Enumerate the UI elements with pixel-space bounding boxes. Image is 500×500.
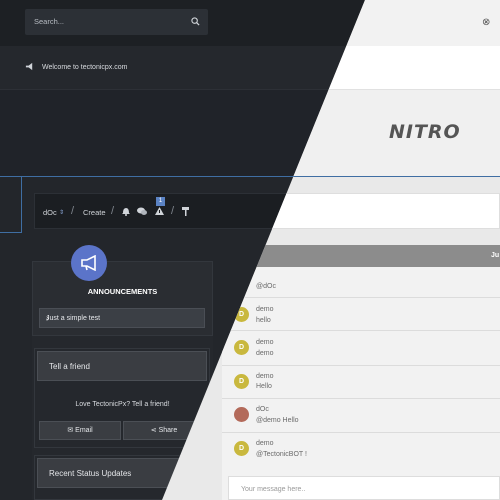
chat-message: dOc @demo Hello bbox=[222, 399, 500, 433]
chat-message-text: demo bbox=[256, 350, 274, 357]
chat-message-text: @demo Hello bbox=[256, 417, 299, 424]
chat-message-author: dOc bbox=[256, 406, 269, 413]
close-icon[interactable]: ⊗ bbox=[482, 17, 490, 28]
chat-panel: @dOc D demo hello D demo demo D demo Hel… bbox=[222, 261, 500, 500]
warning-icon[interactable] bbox=[155, 207, 164, 215]
search-placeholder: Search... bbox=[34, 17, 65, 26]
user-avatar: D bbox=[234, 374, 249, 389]
chat-message-author: demo bbox=[256, 373, 274, 380]
site-logo[interactable]: NITRO bbox=[389, 121, 461, 143]
notification-badge: 1 bbox=[156, 197, 165, 206]
welcome-text: Welcome to tectonicpx.com bbox=[42, 64, 128, 71]
chevron-updown-icon[interactable]: ⇕ bbox=[59, 209, 64, 216]
chat-bubbles-icon[interactable] bbox=[137, 207, 147, 216]
nav-separator: / bbox=[111, 205, 115, 217]
user-avatar: D bbox=[234, 340, 249, 355]
search-icon[interactable] bbox=[191, 17, 200, 26]
chat-message-text: @TectonicBOT ! bbox=[256, 451, 307, 458]
announcements-title: ANNOUNCEMENTS bbox=[87, 287, 158, 296]
user-avatar bbox=[234, 407, 249, 422]
chat-message-text: Hello bbox=[256, 383, 272, 390]
tell-friend-text: Love TectonicPx? Tell a friend! bbox=[75, 401, 170, 408]
chat-message-text: hello bbox=[256, 317, 271, 324]
chat-header-label: Ju bbox=[491, 252, 500, 259]
chat-message-author: demo bbox=[256, 440, 274, 447]
chat-message-input[interactable]: Your message here.. bbox=[228, 476, 500, 500]
chat-message-author: demo bbox=[256, 339, 274, 346]
chat-message: D demo Hello bbox=[222, 366, 500, 399]
megaphone-icon bbox=[25, 62, 33, 71]
nav-separator: / bbox=[171, 205, 175, 217]
tell-friend-title: Tell a friend bbox=[49, 362, 90, 371]
envelope-icon: ✉ bbox=[67, 427, 74, 434]
search-input[interactable]: Search... bbox=[25, 9, 208, 35]
chat-message-author: demo bbox=[256, 306, 274, 313]
email-button[interactable]: ✉ Email bbox=[39, 421, 121, 440]
username-menu[interactable]: dOc bbox=[43, 208, 57, 217]
share-icon: ⋖ bbox=[150, 427, 157, 434]
chat-message: D demo demo bbox=[222, 331, 500, 366]
megaphone-icon bbox=[81, 255, 96, 271]
status-updates-title: Recent Status Updates bbox=[49, 469, 132, 478]
create-menu[interactable]: Create bbox=[83, 208, 106, 217]
chat-input-placeholder: Your message here.. bbox=[241, 486, 306, 493]
chat-message-text: @dOc bbox=[256, 283, 276, 290]
email-button-label: Email bbox=[75, 427, 93, 434]
tell-friend-header: Tell a friend bbox=[37, 351, 207, 381]
bell-icon[interactable] bbox=[122, 207, 130, 216]
chat-message: D demo @TectonicBOT ! bbox=[222, 433, 500, 467]
chevron-right-icon: › bbox=[46, 313, 50, 324]
chat-message: @dOc bbox=[222, 261, 500, 298]
hero-frame bbox=[0, 176, 22, 233]
nav-separator: / bbox=[71, 205, 75, 217]
chat-message: D demo hello bbox=[222, 298, 500, 331]
announcement-item[interactable]: Just a simple test › bbox=[39, 308, 205, 328]
user-avatar: D bbox=[234, 441, 249, 456]
announcements-avatar bbox=[71, 245, 107, 281]
paint-roller-icon[interactable] bbox=[182, 207, 190, 216]
share-button-label: Share bbox=[158, 427, 178, 434]
